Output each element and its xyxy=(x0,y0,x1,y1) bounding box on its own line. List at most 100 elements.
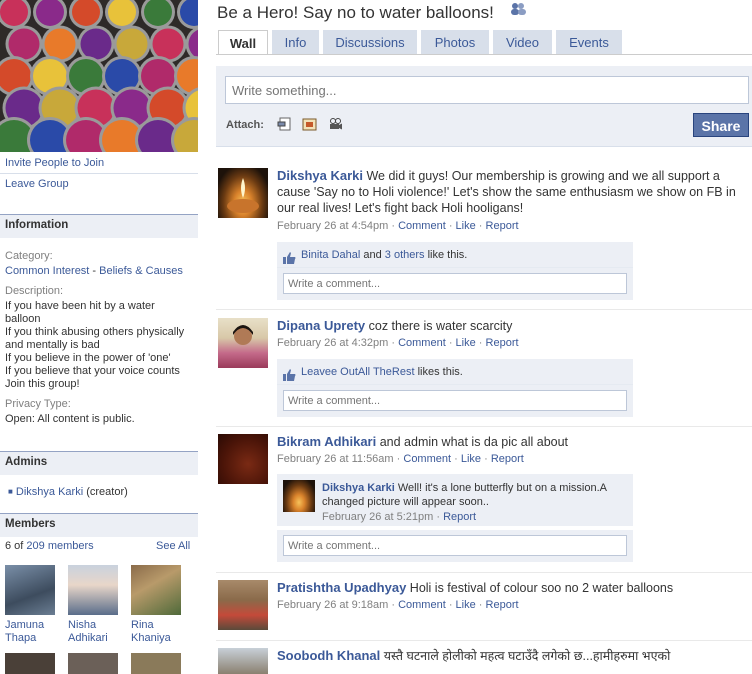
report-link[interactable]: Report xyxy=(443,511,476,523)
category-common-interest-link[interactable]: Common Interest xyxy=(5,265,89,277)
reply-author-link[interactable]: Dikshya Karki xyxy=(322,482,395,494)
group-profile-picture[interactable] xyxy=(0,0,198,152)
post-author-link[interactable]: Dikshya Karki xyxy=(277,168,363,183)
description-line: If you believe that your voice counts xyxy=(5,365,180,377)
report-link[interactable]: Report xyxy=(486,599,519,611)
dot-sep: · xyxy=(475,220,486,232)
invite-people-link[interactable]: Invite People to Join xyxy=(5,157,104,169)
post-avatar[interactable] xyxy=(218,318,268,368)
liker-link[interactable]: Leavee OutAll TheRest xyxy=(301,366,415,378)
reply-avatar[interactable] xyxy=(283,480,315,512)
left-column: Invite People to Join Leave Group Inform… xyxy=(0,0,198,674)
member-photo[interactable] xyxy=(131,565,181,615)
post-avatar[interactable] xyxy=(218,434,268,484)
reply-time: February 26 at 5:21pm xyxy=(322,511,434,523)
post-avatar[interactable] xyxy=(218,648,268,674)
post-body: Dipana Uprety coz there is water scarcit… xyxy=(277,318,752,334)
link-icon[interactable] xyxy=(277,117,292,131)
category-beliefs-link[interactable]: Beliefs & Causes xyxy=(99,265,183,277)
post-author-link[interactable]: Dipana Uprety xyxy=(277,318,365,333)
member-last-name: Khaniya xyxy=(131,632,171,644)
like-link[interactable]: Like xyxy=(461,453,481,465)
comment-link[interactable]: Comment xyxy=(398,337,446,349)
report-link[interactable]: Report xyxy=(491,453,524,465)
dot-sep: · xyxy=(388,337,399,349)
like-link[interactable]: Like xyxy=(456,220,476,232)
description-label: Description: xyxy=(5,285,64,297)
privacy-label: Privacy Type: xyxy=(5,398,71,410)
post-meta: February 26 at 4:32pm · Comment · Like ·… xyxy=(277,337,519,349)
post-time: February 26 at 9:18am xyxy=(277,599,389,611)
post-text: Holi is festival of colour soo no 2 wate… xyxy=(406,581,674,595)
post-author-link[interactable]: Pratishtha Upadhyay xyxy=(277,580,406,595)
report-link[interactable]: Report xyxy=(486,337,519,349)
dot-sep: · xyxy=(388,220,399,232)
comment-link[interactable]: Comment xyxy=(403,453,451,465)
member-photo[interactable] xyxy=(68,653,118,674)
post-author-link[interactable]: Bikram Adhikari xyxy=(277,434,376,449)
category-label: Category: xyxy=(5,250,53,262)
like-link[interactable]: Like xyxy=(456,337,476,349)
member-photo[interactable] xyxy=(5,653,55,674)
photo-icon[interactable] xyxy=(302,117,317,131)
comment-link[interactable]: Comment xyxy=(398,220,446,232)
post-avatar[interactable] xyxy=(218,580,268,630)
tab-wall[interactable]: Wall xyxy=(218,30,268,55)
thumbs-up-icon xyxy=(283,365,297,381)
post-text: यस्तै घटनाले होलीको महत्व घटाउँदै लगेको … xyxy=(380,649,671,663)
like-link[interactable]: Like xyxy=(456,599,476,611)
leave-group-link[interactable]: Leave Group xyxy=(5,178,69,190)
post-avatar[interactable] xyxy=(218,168,268,218)
comment-box xyxy=(277,385,633,417)
main-column: Be a Hero! Say no to water balloons! Wal… xyxy=(216,0,752,674)
dot-sep: · xyxy=(433,511,444,523)
comment-input[interactable] xyxy=(283,535,627,556)
see-all-members-link[interactable]: See All xyxy=(156,540,190,552)
member-name-link[interactable]: Rina Khaniya xyxy=(131,619,171,645)
dot-sep: · xyxy=(475,599,486,611)
tab-events[interactable]: Events xyxy=(556,30,622,54)
category-value: Common Interest - Beliefs & Causes xyxy=(5,265,183,277)
dot-sep: · xyxy=(481,453,491,465)
share-button[interactable]: Share xyxy=(693,113,749,137)
tab-video[interactable]: Video xyxy=(493,30,552,54)
post-time: February 26 at 4:54pm xyxy=(277,220,389,232)
liker-link[interactable]: Binita Dahal xyxy=(301,249,360,261)
others-link[interactable]: 3 others xyxy=(385,249,425,261)
reply-meta: February 26 at 5:21pm · Report xyxy=(322,511,476,523)
member-first-name: Jamuna xyxy=(5,619,45,631)
report-link[interactable]: Report xyxy=(486,220,519,232)
information-header: Information xyxy=(0,214,198,238)
comment-box xyxy=(277,268,633,300)
member-last-name: Thapa xyxy=(5,632,37,644)
member-name-link[interactable]: Jamuna Thapa xyxy=(5,619,44,645)
comment-box xyxy=(277,530,633,562)
attach-label: Attach: xyxy=(226,119,264,131)
admin-name-link[interactable]: Dikshya Karki xyxy=(16,486,83,498)
tab-info[interactable]: Info xyxy=(272,30,319,54)
member-name-link[interactable]: Nisha Adhikari xyxy=(68,619,108,645)
member-photo[interactable] xyxy=(131,653,181,674)
status-input[interactable] xyxy=(225,76,749,104)
tab-photos[interactable]: Photos xyxy=(421,30,489,54)
member-photo[interactable] xyxy=(5,565,55,615)
comment-input[interactable] xyxy=(283,273,627,294)
tab-discussions[interactable]: Discussions xyxy=(323,30,417,54)
people-icon xyxy=(509,1,527,15)
post-author-link[interactable]: Soobodh Khanal xyxy=(277,648,380,663)
description-line: If you have been hit by a water balloon xyxy=(5,300,155,325)
thumbs-up-icon xyxy=(283,248,297,264)
member-last-name: Adhikari xyxy=(68,632,108,644)
wall-composer: Attach: Share xyxy=(216,66,752,147)
comment-link[interactable]: Comment xyxy=(398,599,446,611)
likes-and: and xyxy=(360,249,385,261)
member-photo[interactable] xyxy=(68,565,118,615)
members-count-link[interactable]: 209 members xyxy=(26,540,93,552)
comment-input[interactable] xyxy=(283,390,627,411)
video-icon[interactable] xyxy=(328,117,343,131)
dot-sep: · xyxy=(475,337,486,349)
likes-box: Binita Dahal and 3 others like this. xyxy=(277,242,633,268)
dot-sep: · xyxy=(388,599,399,611)
category-dash: - xyxy=(89,265,100,277)
admin-role: (creator) xyxy=(83,486,128,498)
